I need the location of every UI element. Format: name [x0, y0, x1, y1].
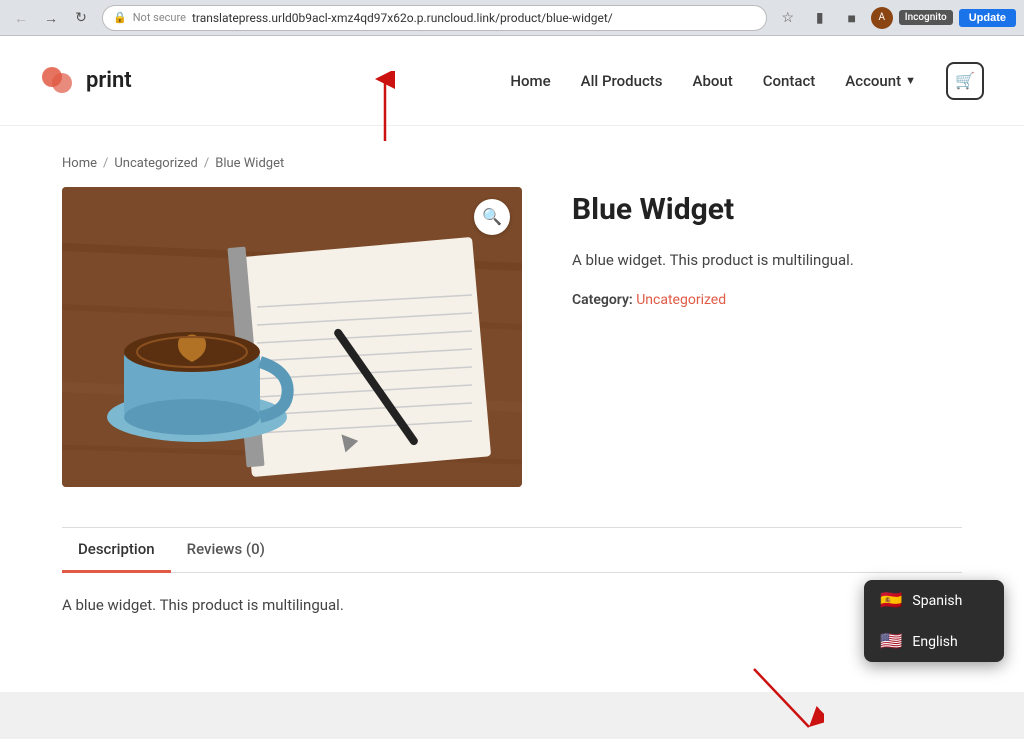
breadcrumb-sep-1: /	[103, 156, 108, 171]
not-secure-label: Not secure	[133, 11, 186, 24]
product-layout: 🔍 Blue Widget A blue widget. This produc…	[62, 187, 962, 487]
nav-home[interactable]: Home	[510, 72, 550, 90]
main-nav: Home All Products About Contact Account …	[510, 62, 984, 100]
nav-account[interactable]: Account ▼	[845, 72, 916, 90]
cart-icon: 🛒	[955, 71, 975, 90]
shield-button[interactable]: ▮	[807, 5, 833, 31]
category-label: Category:	[572, 292, 633, 308]
tab-content: A blue widget. This product is multiling…	[62, 593, 962, 619]
site-header: print Home All Products About Contact Ac…	[0, 36, 1024, 126]
update-button[interactable]: Update	[959, 9, 1016, 27]
breadcrumb-sep-2: /	[204, 156, 209, 171]
product-info: Blue Widget A blue widget. This product …	[572, 187, 962, 308]
product-meta: Category: Uncategorized	[572, 292, 962, 308]
lang-option-spanish[interactable]: 🇪🇸 Spanish	[864, 580, 1004, 621]
product-image-area: 🔍	[62, 187, 522, 487]
back-button[interactable]: ←	[8, 5, 34, 31]
tabs-nav: Description Reviews (0)	[62, 528, 962, 573]
language-switcher[interactable]: 🇪🇸 Spanish 🇺🇸 English	[864, 580, 1004, 662]
zoom-button[interactable]: 🔍	[474, 199, 510, 235]
logo-area[interactable]: print	[40, 63, 132, 99]
logo-icon	[40, 63, 76, 99]
lock-icon: 🔒	[113, 11, 127, 24]
breadcrumb-home[interactable]: Home	[62, 156, 97, 171]
english-label: English	[912, 634, 957, 650]
cart-button[interactable]: 🛒	[946, 62, 984, 100]
product-title: Blue Widget	[572, 192, 962, 228]
nav-contact[interactable]: Contact	[763, 72, 816, 90]
main-content: Home / Uncategorized / Blue Widget	[22, 126, 1002, 659]
category-link[interactable]: Uncategorized	[636, 292, 726, 308]
chevron-down-icon: ▼	[905, 74, 916, 87]
product-image: 🔍	[62, 187, 522, 487]
coffee-scene-svg	[62, 187, 522, 487]
nav-account-link[interactable]: Account	[845, 72, 901, 90]
star-button[interactable]: ☆	[775, 5, 801, 31]
browser-actions: ☆ ▮ ■ A Incognito Update	[775, 5, 1016, 31]
breadcrumb: Home / Uncategorized / Blue Widget	[62, 156, 962, 171]
address-bar[interactable]: 🔒 Not secure translatepress.urld0b9acl-x…	[102, 5, 767, 31]
breadcrumb-current: Blue Widget	[215, 156, 284, 171]
incognito-badge: Incognito	[899, 10, 953, 25]
spanish-flag-icon: 🇪🇸	[880, 590, 902, 611]
url-text: translatepress.urld0b9acl-xmz4qd97x62o.p…	[192, 11, 756, 25]
tab-reviews[interactable]: Reviews (0)	[171, 528, 281, 573]
nav-about[interactable]: About	[693, 72, 733, 90]
profile-avatar[interactable]: A	[871, 7, 893, 29]
red-arrow-down-right	[744, 659, 824, 739]
tab-description[interactable]: Description	[62, 528, 171, 573]
product-description: A blue widget. This product is multiling…	[572, 248, 962, 272]
browser-chrome: ← → ↻ 🔒 Not secure translatepress.urld0b…	[0, 0, 1024, 36]
extensions-button[interactable]: ■	[839, 5, 865, 31]
logo-text: print	[86, 68, 132, 93]
forward-button[interactable]: →	[38, 5, 64, 31]
product-tabs: Description Reviews (0) A blue widget. T…	[62, 527, 962, 619]
english-flag-icon: 🇺🇸	[880, 631, 902, 652]
spanish-label: Spanish	[912, 593, 962, 609]
reload-button[interactable]: ↻	[68, 5, 94, 31]
browser-nav-buttons: ← → ↻	[8, 5, 94, 31]
red-arrow-up	[370, 71, 400, 141]
lang-option-english[interactable]: 🇺🇸 English	[864, 621, 1004, 662]
breadcrumb-category[interactable]: Uncategorized	[114, 156, 197, 171]
nav-products[interactable]: All Products	[581, 72, 663, 90]
